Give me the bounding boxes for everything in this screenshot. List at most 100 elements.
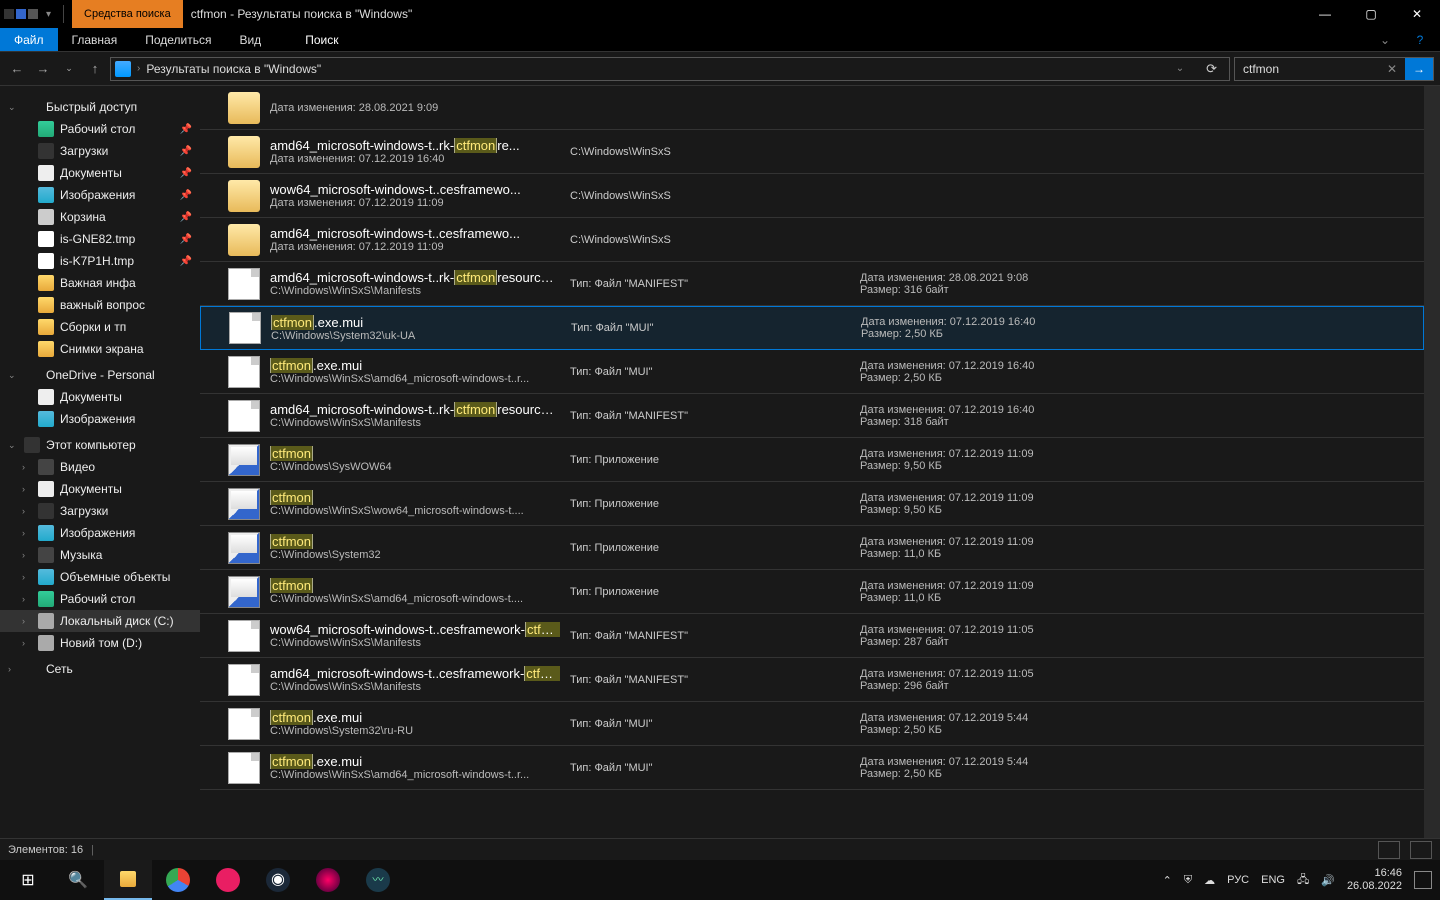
folder-icon (38, 231, 54, 247)
result-row[interactable]: ctfmon.exe.mui C:\Windows\WinSxS\amd64_m… (200, 350, 1424, 394)
tab-file[interactable]: Файл (0, 28, 58, 51)
close-button[interactable]: ✕ (1394, 0, 1440, 28)
result-row[interactable]: amd64_microsoft-windows-t..cesframewo...… (200, 218, 1424, 262)
taskbar-chrome[interactable] (154, 860, 202, 900)
result-row[interactable]: ctfmon C:\Windows\SysWOW64 Тип: Приложен… (200, 438, 1424, 482)
sidebar-item[interactable]: ›Рабочий стол (0, 588, 200, 610)
sidebar-item[interactable]: ⌄Этот компьютер (0, 434, 200, 456)
tray-icon[interactable]: ⛨ (1184, 874, 1192, 887)
up-button[interactable]: ↑ (84, 58, 106, 80)
result-row[interactable]: amd64_microsoft-windows-t..rk-ctfmonre..… (200, 130, 1424, 174)
address-dropdown-icon[interactable]: ⌄ (1168, 63, 1192, 74)
recent-dropdown-icon[interactable]: ⌄ (58, 58, 80, 80)
scrollbar[interactable] (1424, 86, 1440, 838)
result-row[interactable]: ctfmon.exe.mui C:\Windows\System32\ru-RU… (200, 702, 1424, 746)
sidebar-item[interactable]: ›Видео (0, 456, 200, 478)
tab-share[interactable]: Поделиться (131, 28, 225, 51)
result-row[interactable]: amd64_microsoft-windows-t..rk-ctfmonreso… (200, 262, 1424, 306)
tray-lang2[interactable]: ENG (1261, 874, 1285, 886)
notifications-icon[interactable] (1414, 871, 1432, 889)
result-size: Размер: 2,50 КБ (861, 328, 1415, 340)
view-icons-button[interactable] (1410, 841, 1432, 859)
sidebar-item[interactable]: ›Новий том (D:) (0, 632, 200, 654)
tray-lang1[interactable]: РУС (1227, 874, 1249, 886)
result-row[interactable]: ctfmon C:\Windows\WinSxS\wow64_microsoft… (200, 482, 1424, 526)
taskbar-app-1[interactable] (204, 860, 252, 900)
result-name: ctfmon.exe.mui (270, 710, 560, 725)
tray-network-icon[interactable]: 🖧 (1297, 871, 1309, 890)
result-row[interactable]: Дата изменения: 28.08.2021 9:09 (200, 86, 1424, 130)
sidebar-item[interactable]: Изображения📌 (0, 184, 200, 206)
chevron-right-icon[interactable]: › (137, 63, 140, 74)
tray-clock[interactable]: 16:4626.08.2022 (1347, 867, 1402, 893)
minimize-button[interactable]: — (1302, 0, 1348, 28)
search-taskbar-icon[interactable]: 🔍 (54, 860, 102, 900)
search-input[interactable]: ctfmon (1243, 62, 1379, 76)
address-bar[interactable]: › Результаты поиска в "Windows" ⌄ ⟳ (110, 57, 1230, 81)
qat-icon[interactable] (28, 9, 38, 19)
sidebar-item[interactable]: Рабочий стол📌 (0, 118, 200, 140)
sidebar-item[interactable]: is-K7P1H.tmp📌 (0, 250, 200, 272)
sidebar-item-label: Изображения (60, 412, 135, 426)
maximize-button[interactable]: ▢ (1348, 0, 1394, 28)
result-row[interactable]: ctfmon C:\Windows\System32 Тип: Приложен… (200, 526, 1424, 570)
tray-icon[interactable]: ☁ (1204, 874, 1215, 887)
pin-icon: 📌 (180, 234, 192, 245)
tab-search[interactable]: Поиск (275, 28, 368, 51)
sidebar-item[interactable]: ›Загрузки (0, 500, 200, 522)
ribbon-collapse-icon[interactable]: ⌄ (1370, 28, 1400, 51)
search-tools-tab[interactable]: Средства поиска (72, 0, 183, 28)
result-row[interactable]: amd64_microsoft-windows-t..rk-ctfmonreso… (200, 394, 1424, 438)
search-go-button[interactable]: → (1405, 58, 1433, 80)
refresh-icon[interactable]: ⟳ (1198, 61, 1225, 77)
qat-dropdown-icon[interactable]: ▾ (40, 9, 57, 20)
tab-home[interactable]: Главная (58, 28, 132, 51)
result-row[interactable]: wow64_microsoft-windows-t..cesframewo...… (200, 174, 1424, 218)
sidebar-item[interactable]: Важная инфа (0, 272, 200, 294)
sidebar-item[interactable]: ⌄Быстрый доступ (0, 96, 200, 118)
tab-view[interactable]: Вид (225, 28, 275, 51)
back-button[interactable]: ← (6, 58, 28, 80)
taskbar-steam[interactable]: ◉ (254, 860, 302, 900)
sidebar-item[interactable]: Загрузки📌 (0, 140, 200, 162)
tray-chevron-icon[interactable]: ⌃ (1163, 874, 1172, 887)
result-row[interactable]: ctfmon.exe.mui C:\Windows\WinSxS\amd64_m… (200, 746, 1424, 790)
folder-icon (228, 92, 260, 124)
sidebar-item[interactable]: ›Документы (0, 478, 200, 500)
forward-button[interactable]: → (32, 58, 54, 80)
result-type: Тип: Файл "MUI" (570, 762, 850, 774)
sidebar-item[interactable]: ⌄OneDrive - Personal (0, 364, 200, 386)
sidebar-item[interactable]: Изображения (0, 408, 200, 430)
sidebar-item[interactable]: ›Изображения (0, 522, 200, 544)
clear-search-icon[interactable]: ✕ (1379, 62, 1405, 76)
taskbar-app-3[interactable]: 〰 (354, 860, 402, 900)
sidebar-item[interactable]: ›Сеть (0, 658, 200, 680)
result-name: amd64_microsoft-windows-t..rk-ctfmonreso… (270, 270, 560, 285)
sidebar-item[interactable]: ›Локальный диск (C:) (0, 610, 200, 632)
taskbar-explorer[interactable] (104, 860, 152, 900)
result-row[interactable]: amd64_microsoft-windows-t..cesframework-… (200, 658, 1424, 702)
sidebar-item[interactable]: Документы📌 (0, 162, 200, 184)
result-type: Тип: Файл "MUI" (570, 718, 850, 730)
sidebar-item[interactable]: важный вопрос (0, 294, 200, 316)
sidebar-item[interactable]: ›Музыка (0, 544, 200, 566)
result-date: Дата изменения: 07.12.2019 16:40 (860, 404, 1416, 416)
sidebar-item[interactable]: is-GNE82.tmp📌 (0, 228, 200, 250)
sidebar-item[interactable]: Корзина📌 (0, 206, 200, 228)
result-row[interactable]: ctfmon.exe.mui C:\Windows\System32\uk-UA… (200, 306, 1424, 350)
start-button[interactable]: ⊞ (4, 860, 52, 900)
app-icon (228, 576, 260, 608)
result-row[interactable]: wow64_microsoft-windows-t..cesframework-… (200, 614, 1424, 658)
result-row[interactable]: ctfmon C:\Windows\WinSxS\amd64_microsoft… (200, 570, 1424, 614)
view-details-button[interactable] (1378, 841, 1400, 859)
tray-volume-icon[interactable]: 🔊 (1321, 874, 1335, 887)
sidebar-item[interactable]: ›Объемные объекты (0, 566, 200, 588)
help-icon[interactable]: ? (1400, 28, 1440, 51)
qat-icon[interactable] (16, 9, 26, 19)
sidebar-item[interactable]: Документы (0, 386, 200, 408)
breadcrumb[interactable]: Результаты поиска в "Windows" (146, 62, 321, 76)
sidebar-item[interactable]: Снимки экрана (0, 338, 200, 360)
sidebar-item[interactable]: Сборки и тп (0, 316, 200, 338)
search-box[interactable]: ctfmon ✕ → (1234, 57, 1434, 81)
taskbar-app-2[interactable] (304, 860, 352, 900)
